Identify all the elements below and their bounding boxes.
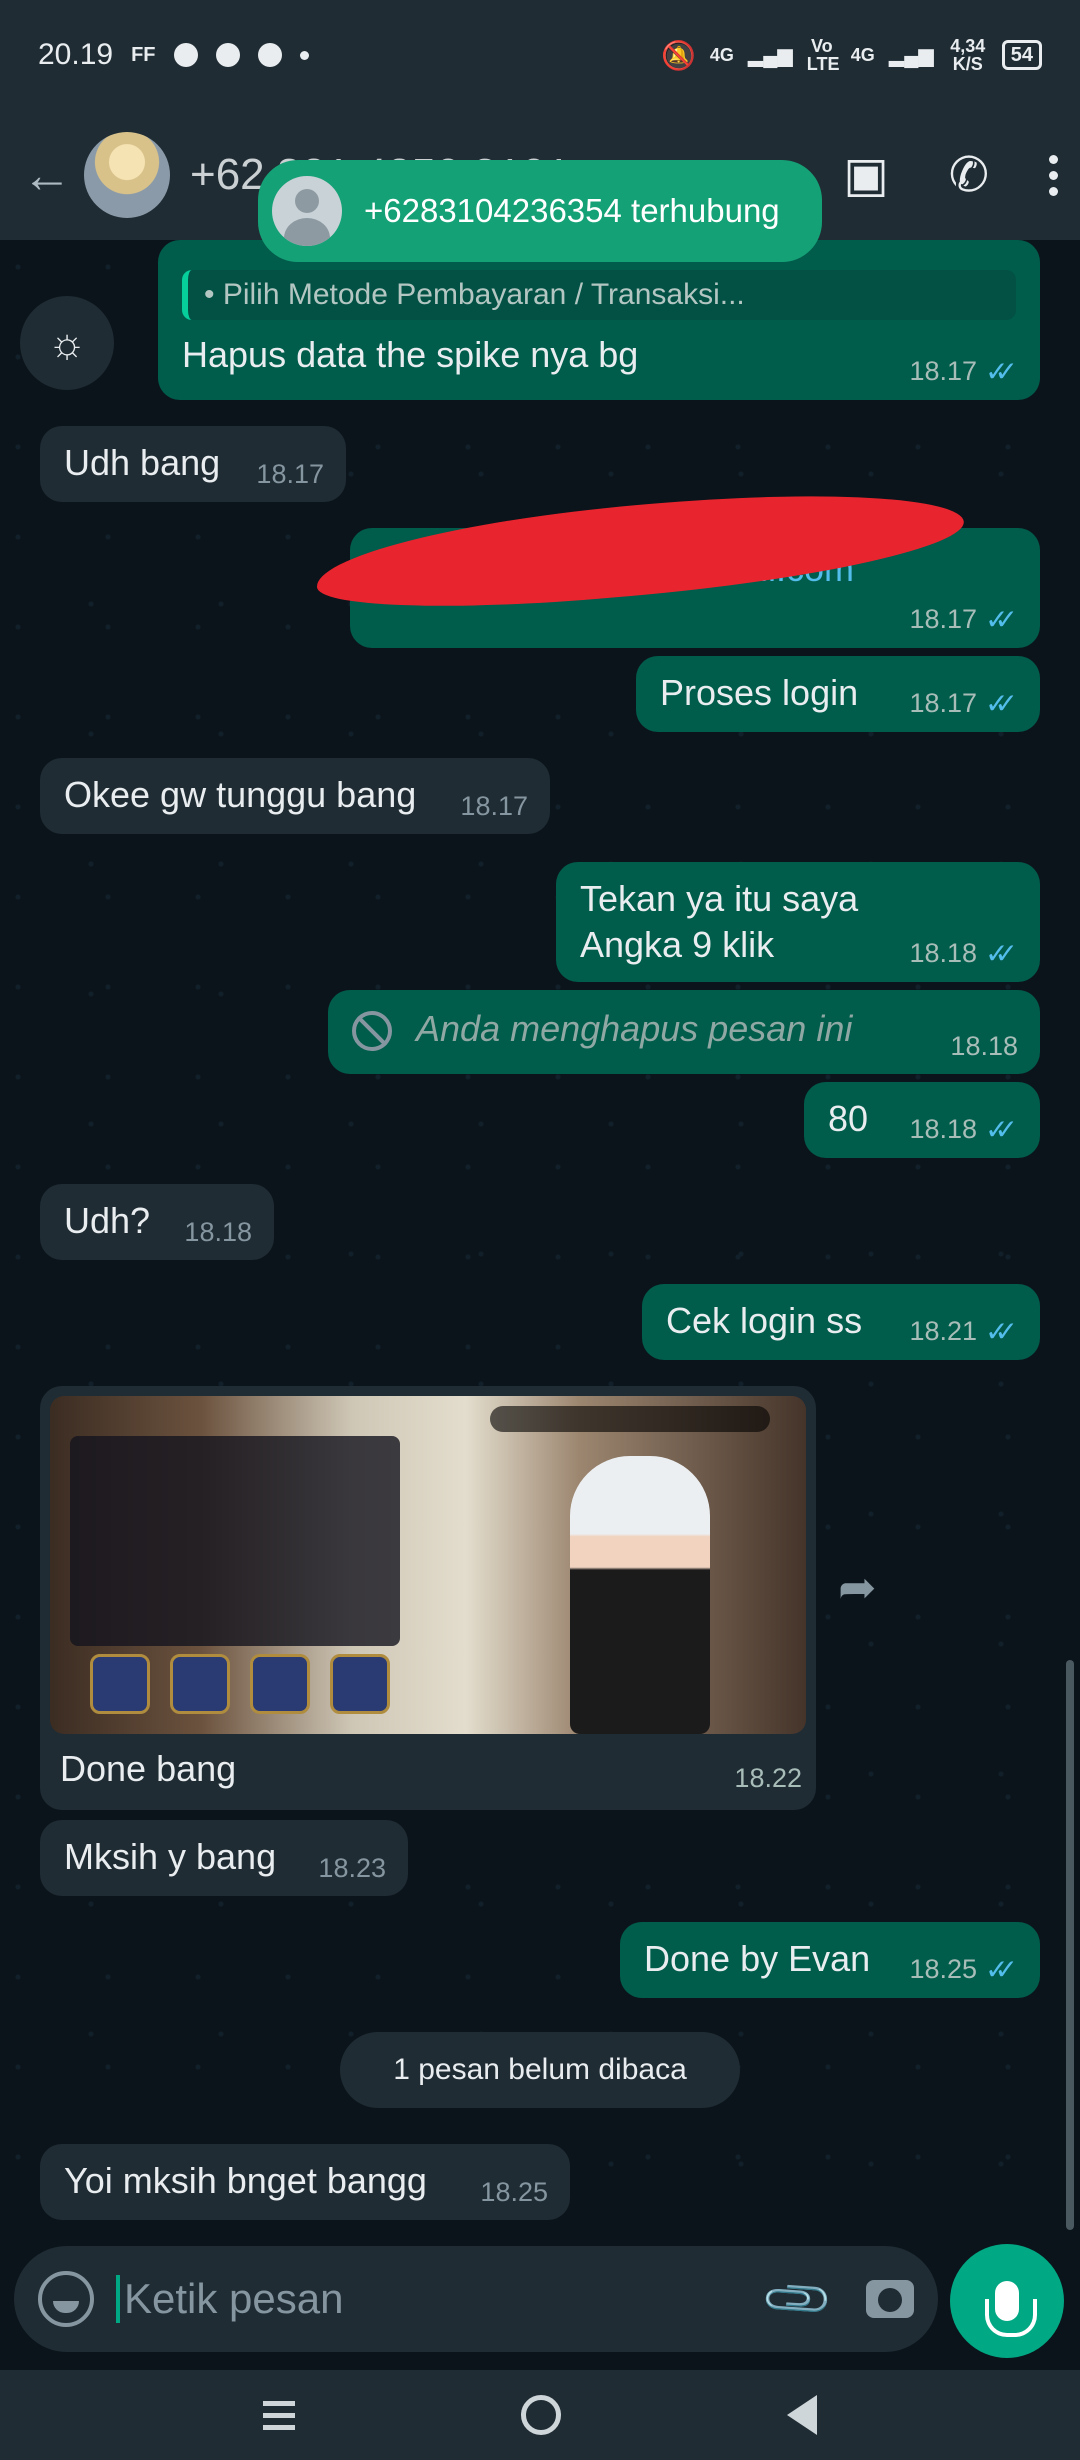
read-ticks-icon: ✓✓ [985,1114,1018,1145]
message-meta: 18.22 [734,1763,802,1793]
message-bubble[interactable]: Tekan ya itu saya Angka 9 klik 18.18 ✓✓ [556,862,1040,982]
phone-icon[interactable]: ✆ [949,147,989,203]
message-bubble[interactable]: Cek login ss 18.21 ✓✓ [642,1284,1040,1360]
game-stats-panel [70,1436,400,1646]
volte-label: Vo LTE [806,36,840,74]
mute-icon: 🔕 [660,39,696,71]
message-bubble[interactable]: Udh? 18.18 [40,1184,274,1260]
ff-icon: FF [131,43,156,66]
network-label-2: 4G [850,45,875,65]
message-bubble[interactable]: Proses login 18.17 ✓✓ [636,656,1040,732]
message-meta: 18.17 [460,791,528,821]
status-time: 20.19 [38,38,114,71]
message-bubble[interactable]: Okee gw tunggu bang 18.17 [40,758,550,834]
message-text: Okee gw tunggu bang [64,774,417,815]
signal-icon-2: ▂▄▆ [888,44,934,67]
message-text: Proses login [660,672,859,713]
notification-dot-icon [299,50,309,60]
message-text: Done bang [60,1748,237,1789]
read-ticks-icon: ✓✓ [985,938,1018,969]
lightbulb-icon[interactable]: ☼ [20,296,114,390]
youtube-icon [215,43,240,67]
back-icon[interactable] [787,2395,817,2435]
more-icon[interactable] [1049,154,1058,196]
deleted-message-bubble[interactable]: Anda menghapus pesan ini 18.18 [328,990,1040,1074]
message-input-container: 📎 [14,2246,938,2352]
mic-icon [985,2281,1037,2337]
message-text: Done by Evan [644,1938,871,1979]
read-ticks-icon: ✓✓ [985,356,1018,387]
message-meta: 18.25 ✓✓ [910,1953,1019,1986]
sync-icon [257,43,282,67]
read-ticks-icon: ✓✓ [985,1316,1018,1347]
message-text: Anda menghapus pesan ini [416,1008,853,1049]
message-bubble[interactable]: Udh bang 18.17 [40,426,346,502]
message-meta: 18.18 [184,1217,252,1247]
message-text: Cek login ss [666,1300,863,1341]
avatar[interactable] [84,132,170,218]
message-meta: 18.18 [950,1031,1018,1061]
message-bubble[interactable]: Yoi mksih bnget bangg 18.25 [40,2144,570,2220]
image-message-bubble[interactable]: Done bang 18.22 [40,1386,816,1810]
share-icon[interactable]: ➦ [838,1560,877,1614]
attach-icon[interactable]: 📎 [758,2259,837,2338]
game-character [570,1456,710,1734]
game-menu-bar [90,1654,510,1714]
message-meta: 18.18 ✓✓ [910,937,1019,970]
message-bubble[interactable]: Done by Evan 18.25 ✓✓ [620,1922,1040,1998]
message-bubble[interactable]: • Pilih Metode Pembayaran / Transaksi...… [158,240,1040,400]
person-icon [272,176,342,246]
game-currency-bar [490,1406,770,1432]
message-text: Tekan ya itu saya Angka 9 klik [580,878,859,965]
message-text: Udh bang [64,442,221,483]
message-text: Udh? [64,1200,151,1241]
message-meta: 18.21 ✓✓ [910,1315,1019,1348]
system-nav-bar [0,2370,1080,2460]
message-text: Hapus data the spike nya bg [182,334,639,375]
message-meta: 18.17 ✓✓ [910,355,1019,388]
home-icon[interactable] [521,2395,561,2435]
message-meta: 18.23 [318,1853,386,1883]
message-meta: 18.18 ✓✓ [910,1113,1019,1146]
mic-button[interactable] [950,2244,1064,2358]
reply-quote[interactable]: • Pilih Metode Pembayaran / Transaksi... [182,270,1016,320]
messenger-icon [173,43,198,67]
message-text: 80 [828,1098,869,1139]
camera-icon[interactable] [866,2280,914,2318]
game-screenshot-image[interactable] [50,1396,806,1734]
signal-icon: ▂▄▆ [747,44,793,67]
message-meta: 18.17 ✓✓ [910,687,1019,720]
message-bubble[interactable]: Mksih y bang 18.23 [40,1820,408,1896]
message-meta: 18.17 ✓✓ [910,603,1019,636]
battery-icon: 54 [1001,40,1042,70]
scrollbar[interactable] [1066,1660,1074,2230]
deleted-icon [352,1011,392,1052]
speed-label: 4,34 K/S [950,36,986,74]
read-ticks-icon: ✓✓ [985,604,1018,635]
message-text: Yoi mksih bnget bangg [64,2160,427,2201]
status-bar: 20.19 FF 🔕 4G ▂▄▆ Vo LTE 4G ▂▄▆ 4,34 K/S… [0,0,1080,110]
message-text: Mksih y bang [64,1836,277,1877]
emoji-icon[interactable] [38,2271,94,2327]
read-ticks-icon: ✓✓ [985,688,1018,719]
network-label-1: 4G [709,45,734,65]
unread-divider: 1 pesan belum dibaca [340,2032,740,2108]
read-ticks-icon: ✓✓ [985,1954,1018,1985]
message-input[interactable] [116,2275,716,2323]
message-meta: 18.25 [480,2177,548,2207]
back-arrow-icon[interactable]: ← [22,146,72,204]
recents-icon[interactable] [263,2400,295,2430]
composer-bar: 📎 [0,2240,1080,2352]
message-bubble[interactable]: 80 18.18 ✓✓ [804,1082,1040,1158]
message-meta: 18.17 [256,459,324,489]
connected-toast: +6283104236354 terhubung [258,160,822,262]
toast-text: +6283104236354 terhubung [364,192,780,229]
video-call-icon[interactable]: ▣ [843,147,888,203]
